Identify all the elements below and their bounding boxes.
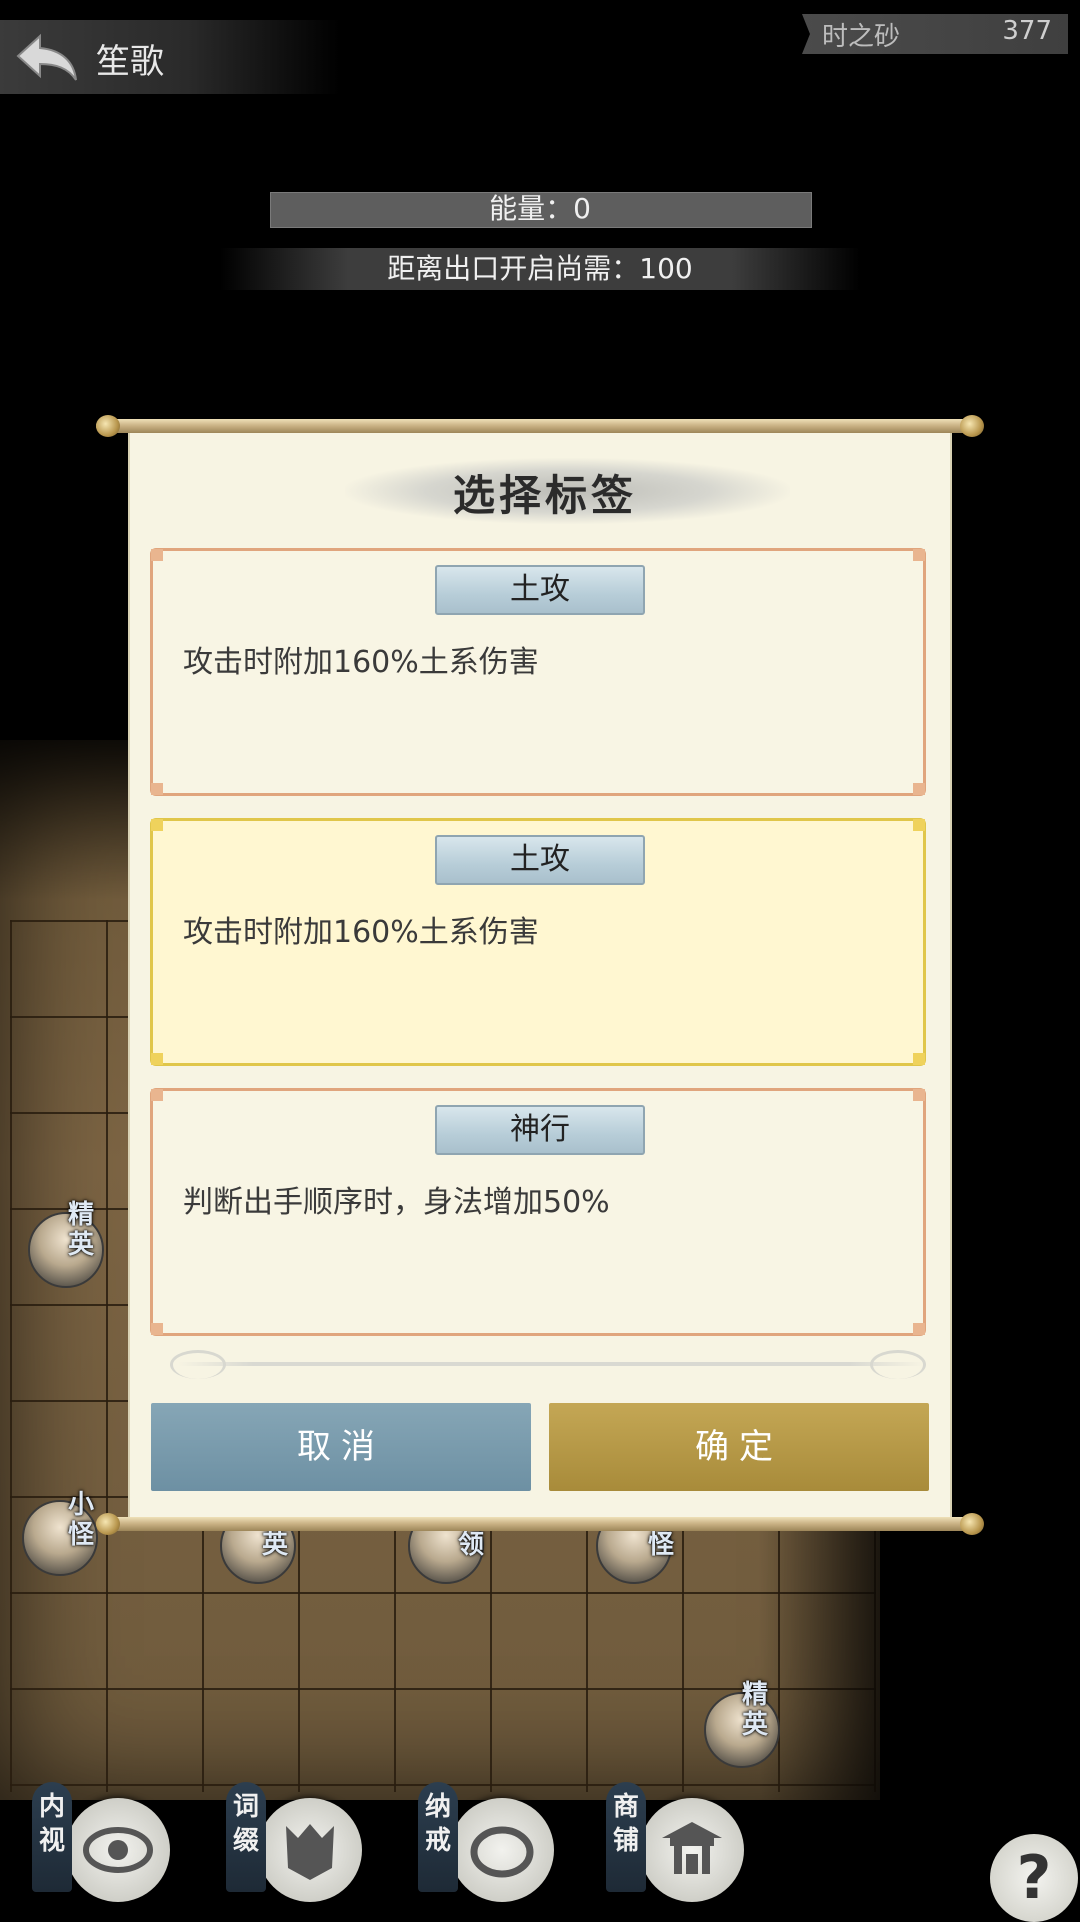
tag-option-card[interactable]: 神行 判断出手顺序时，身法增加50%: [150, 1088, 926, 1336]
cloud-ornament-icon: [870, 1350, 926, 1379]
piece-tag: 精英: [68, 1200, 95, 1260]
card-corner: [913, 819, 925, 831]
menu-label: 内视: [38, 1792, 65, 1856]
energy-text: 能量：0: [489, 192, 591, 225]
ring-icon: [470, 1826, 534, 1878]
card-corner: [151, 1053, 163, 1065]
scroll-rod-bottom: [96, 1517, 974, 1531]
confirm-button[interactable]: 确定: [549, 1403, 929, 1491]
menu-affix-button[interactable]: [258, 1798, 362, 1902]
cancel-button[interactable]: 取消: [151, 1403, 531, 1491]
scroll-rod-top: [96, 419, 974, 433]
dialog-divider: [178, 1362, 924, 1366]
menu-label: 纳戒: [424, 1792, 451, 1856]
tag-description: 判断出手顺序时，身法增加50%: [183, 1185, 610, 1220]
menu-label: 词缀: [232, 1792, 259, 1856]
card-corner: [151, 549, 163, 561]
tag-option-card-selected[interactable]: 土攻 攻击时附加160%土系伤害: [150, 818, 926, 1066]
tag-name: 土攻: [435, 835, 645, 885]
card-corner: [913, 1323, 925, 1335]
card-corner: [151, 1323, 163, 1335]
back-arrow-icon[interactable]: [12, 30, 82, 84]
scroll-cap: [96, 1513, 120, 1535]
tag-option-card[interactable]: 土攻 攻击时附加160%土系伤害: [150, 548, 926, 796]
tag-name: 土攻: [435, 565, 645, 615]
card-corner: [913, 1053, 925, 1065]
menu-ring-button[interactable]: [450, 1798, 554, 1902]
card-corner: [913, 783, 925, 795]
mask-icon: [286, 1824, 334, 1880]
piece-tag: 怪: [648, 1530, 675, 1560]
piece-tag: 领: [458, 1530, 485, 1560]
card-corner: [913, 549, 925, 561]
piece-tag: 英: [262, 1530, 289, 1560]
card-corner: [913, 1089, 925, 1101]
currency-value: 377: [1002, 16, 1052, 46]
card-corner: [151, 1089, 163, 1101]
cloud-ornament-icon: [170, 1350, 226, 1379]
menu-label: 商铺: [612, 1792, 639, 1856]
help-button[interactable]: ?: [990, 1834, 1078, 1922]
eye-icon: [83, 1827, 153, 1873]
exit-progress-text: 距离出口开启尚需：100: [387, 252, 693, 285]
player-name: 笙歌: [96, 42, 164, 82]
top-bar: 笙歌: [0, 20, 340, 94]
scroll-cap: [960, 415, 984, 437]
tag-name: 神行: [435, 1105, 645, 1155]
scroll-cap: [960, 1513, 984, 1535]
tag-description: 攻击时附加160%土系伤害: [183, 915, 539, 950]
scroll-cap: [96, 415, 120, 437]
tag-description: 攻击时附加160%土系伤害: [183, 645, 539, 680]
shop-icon: [662, 1822, 722, 1874]
dialog-title: 选择标签: [452, 471, 637, 520]
card-corner: [151, 783, 163, 795]
card-corner: [151, 819, 163, 831]
menu-shop-button[interactable]: [640, 1798, 744, 1902]
currency-label: 时之砂: [822, 22, 901, 52]
menu-inner-view-button[interactable]: [66, 1798, 170, 1902]
